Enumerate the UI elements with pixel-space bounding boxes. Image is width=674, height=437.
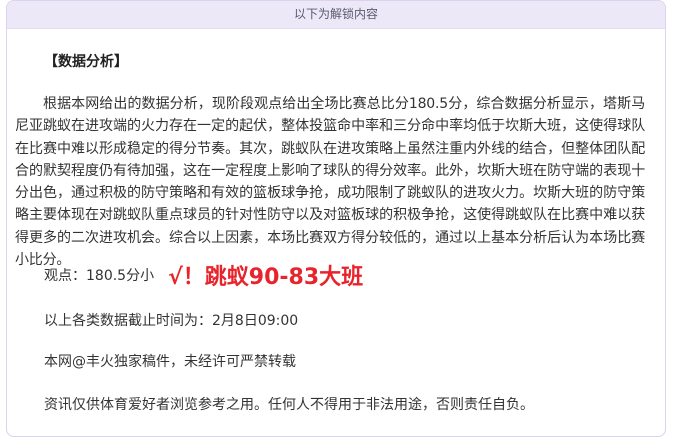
opinion-row: 观点：180.5分小 √！跳蚁90-83大班 <box>44 260 363 290</box>
prediction-result: √！跳蚁90-83大班 <box>168 265 364 290</box>
data-cutoff-note: 以上各类数据截止时间为：2月8日09:00 <box>44 313 299 329</box>
section-title: 【数据分析】 <box>44 54 128 70</box>
unlock-banner: 以下为解锁内容 <box>7 1 665 29</box>
analysis-paragraph: 根据本网给出的数据分析，现阶段观点给出全场比赛总比分180.5分，综合数据分析显… <box>15 96 645 269</box>
opinion-label: 观点：180.5分小 <box>44 268 155 284</box>
disclaimer-note: 资讯仅供体育爱好者浏览参考之用。任何人不得用于非法用途，否则责任自负。 <box>44 397 534 413</box>
unlocked-content-card: 以下为解锁内容 【数据分析】 根据本网给出的数据分析，现阶段观点给出全场比赛总比… <box>6 0 666 437</box>
copyright-note: 本网@丰火独家稿件，未经许可严禁转载 <box>44 354 296 370</box>
